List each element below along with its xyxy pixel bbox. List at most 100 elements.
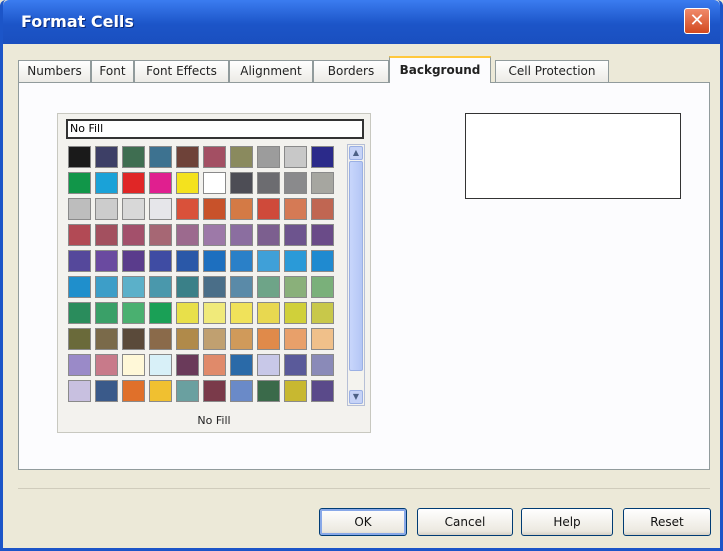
color-swatch[interactable] [230, 328, 253, 350]
color-swatch[interactable] [176, 224, 199, 246]
color-swatch[interactable] [176, 380, 199, 402]
color-swatch[interactable] [311, 302, 334, 324]
color-swatch[interactable] [284, 224, 307, 246]
color-swatch[interactable] [122, 276, 145, 298]
color-swatch[interactable] [257, 328, 280, 350]
color-swatch[interactable] [149, 328, 172, 350]
color-swatch[interactable] [257, 224, 280, 246]
color-swatch[interactable] [95, 302, 118, 324]
tab-font-effects[interactable]: Font Effects [134, 60, 229, 82]
color-swatch[interactable] [257, 250, 280, 272]
color-swatch[interactable] [311, 276, 334, 298]
color-swatch[interactable] [68, 224, 91, 246]
scroll-thumb[interactable] [349, 161, 363, 371]
color-swatch[interactable] [176, 302, 199, 324]
color-swatch[interactable] [122, 328, 145, 350]
color-swatch[interactable] [176, 276, 199, 298]
color-swatch[interactable] [122, 250, 145, 272]
color-swatch[interactable] [203, 198, 226, 220]
color-swatch[interactable] [149, 146, 172, 168]
color-swatch[interactable] [122, 354, 145, 376]
color-swatch[interactable] [176, 198, 199, 220]
color-swatch[interactable] [230, 302, 253, 324]
color-swatch[interactable] [311, 146, 334, 168]
color-swatch[interactable] [257, 146, 280, 168]
color-swatch[interactable] [284, 172, 307, 194]
color-swatch[interactable] [122, 146, 145, 168]
color-swatch[interactable] [95, 380, 118, 402]
color-swatch[interactable] [122, 198, 145, 220]
scroll-up-icon[interactable]: ▲ [349, 146, 363, 160]
color-swatch[interactable] [230, 198, 253, 220]
color-swatch[interactable] [95, 172, 118, 194]
color-swatch[interactable] [257, 380, 280, 402]
ok-button[interactable]: OK [319, 508, 407, 536]
color-swatch[interactable] [203, 302, 226, 324]
color-swatch[interactable] [257, 198, 280, 220]
color-swatch[interactable] [95, 198, 118, 220]
color-swatch[interactable] [284, 146, 307, 168]
tab-background[interactable]: Background [389, 56, 491, 83]
color-swatch[interactable] [311, 328, 334, 350]
color-swatch[interactable] [230, 380, 253, 402]
color-swatch[interactable] [95, 250, 118, 272]
color-swatch[interactable] [95, 354, 118, 376]
color-swatch[interactable] [149, 198, 172, 220]
color-swatch[interactable] [149, 224, 172, 246]
color-swatch[interactable] [257, 276, 280, 298]
tab-cell-protection[interactable]: Cell Protection [495, 60, 609, 82]
close-icon[interactable]: ✕ [684, 8, 710, 34]
help-button[interactable]: Help [521, 508, 613, 536]
color-swatch[interactable] [230, 250, 253, 272]
tab-font[interactable]: Font [91, 60, 134, 82]
color-swatch[interactable] [203, 328, 226, 350]
tab-numbers[interactable]: Numbers [18, 60, 91, 82]
color-swatch[interactable] [257, 172, 280, 194]
cancel-button[interactable]: Cancel [417, 508, 513, 536]
color-swatch[interactable] [122, 380, 145, 402]
color-swatch[interactable] [176, 328, 199, 350]
color-swatch[interactable] [203, 146, 226, 168]
color-swatch[interactable] [149, 302, 172, 324]
color-swatch[interactable] [68, 198, 91, 220]
color-swatch[interactable] [284, 380, 307, 402]
color-swatch[interactable] [284, 198, 307, 220]
color-swatch[interactable] [176, 146, 199, 168]
color-swatch[interactable] [230, 354, 253, 376]
tab-borders[interactable]: Borders [313, 60, 389, 82]
color-swatch[interactable] [68, 172, 91, 194]
color-swatch[interactable] [68, 380, 91, 402]
color-swatch[interactable] [257, 354, 280, 376]
color-swatch[interactable] [230, 224, 253, 246]
color-swatch[interactable] [149, 380, 172, 402]
color-swatch[interactable] [68, 250, 91, 272]
color-swatch[interactable] [203, 380, 226, 402]
color-swatch[interactable] [311, 250, 334, 272]
color-swatch[interactable] [95, 328, 118, 350]
color-swatch[interactable] [149, 250, 172, 272]
color-swatch[interactable] [176, 354, 199, 376]
palette-scrollbar[interactable]: ▲ ▼ [347, 144, 365, 406]
color-swatch[interactable] [68, 276, 91, 298]
color-swatch[interactable] [311, 354, 334, 376]
color-swatch[interactable] [230, 276, 253, 298]
color-swatch[interactable] [311, 380, 334, 402]
color-swatch[interactable] [257, 302, 280, 324]
color-swatch[interactable] [149, 276, 172, 298]
color-swatch[interactable] [68, 354, 91, 376]
color-swatch[interactable] [311, 198, 334, 220]
reset-button[interactable]: Reset [623, 508, 711, 536]
color-swatch[interactable] [176, 250, 199, 272]
color-swatch[interactable] [284, 250, 307, 272]
color-swatch[interactable] [311, 172, 334, 194]
color-swatch[interactable] [230, 172, 253, 194]
color-swatch[interactable] [284, 354, 307, 376]
color-swatch[interactable] [68, 328, 91, 350]
color-swatch[interactable] [203, 172, 226, 194]
color-swatch[interactable] [284, 276, 307, 298]
color-swatch[interactable] [95, 276, 118, 298]
color-swatch[interactable] [176, 172, 199, 194]
color-swatch[interactable] [230, 146, 253, 168]
scroll-down-icon[interactable]: ▼ [349, 390, 363, 404]
color-swatch[interactable] [203, 224, 226, 246]
